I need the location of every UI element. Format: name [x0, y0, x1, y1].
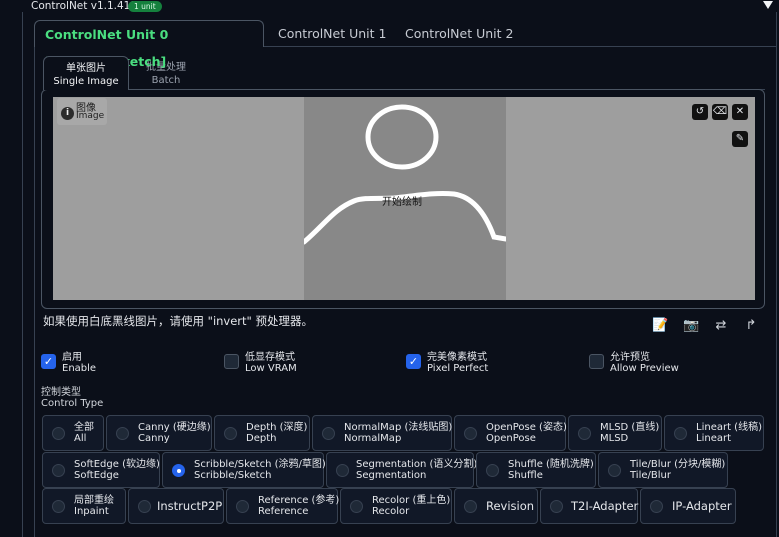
- control-type-recolor[interactable]: Recolor (重上色) Recolor: [340, 488, 452, 524]
- control-type-shuffle[interactable]: Shuffle (随机洗牌) Shuffle: [476, 452, 596, 488]
- notepad-icon[interactable]: 📝: [652, 318, 668, 334]
- unit-count-badge: 1 unit: [128, 1, 162, 12]
- close-icon[interactable]: ✕: [732, 104, 748, 120]
- upload-arrow-icon[interactable]: ↱: [743, 318, 759, 334]
- tab-batch-en: Batch: [151, 75, 181, 86]
- pixel-perfect-checkbox[interactable]: ✓: [406, 354, 421, 369]
- control-type-canny[interactable]: Canny (硬边缘) Canny: [106, 415, 212, 451]
- eraser-icon[interactable]: ⌫: [712, 104, 728, 120]
- control-type-t2i-adapter[interactable]: T2I-Adapter: [540, 488, 638, 524]
- unit-panel-left-border: [34, 46, 35, 537]
- control-type-all[interactable]: 全部 All: [42, 415, 104, 451]
- tab-unit-0[interactable]: ControlNet Unit 0 [Scribble/Sketch]: [34, 20, 264, 69]
- panel-right-border: [776, 12, 777, 537]
- pixel-perfect-label: 完美像素模式 Pixel Perfect: [427, 352, 489, 374]
- collapse-triangle-icon[interactable]: [763, 1, 773, 9]
- control-type-depth[interactable]: Depth (深度) Depth: [214, 415, 310, 451]
- control-type-tile-blur[interactable]: Tile/Blur (分块/模糊) Tile/Blur: [598, 452, 728, 488]
- panel-left-border: [22, 12, 23, 537]
- control-type-normalmap[interactable]: NormalMap (法线贴图) NormalMap: [312, 415, 452, 451]
- control-type-lineart[interactable]: Lineart (线稿) Lineart: [664, 415, 764, 451]
- brush-icon[interactable]: ✎: [732, 131, 748, 147]
- info-icon: i: [61, 107, 74, 120]
- control-type-mlsd[interactable]: MLSD (直线) MLSD: [568, 415, 662, 451]
- swap-icon[interactable]: ⇄: [713, 318, 729, 334]
- control-type-segmentation[interactable]: Segmentation (语义分割) Segmentation: [326, 452, 477, 488]
- tab-unit-2[interactable]: ControlNet Unit 2: [395, 20, 523, 47]
- controlnet-title: ControlNet v1.1.411: [31, 0, 138, 12]
- low-vram-checkbox[interactable]: [224, 354, 239, 369]
- control-type-openpose[interactable]: OpenPose (姿态) OpenPose: [454, 415, 567, 451]
- tab-single-image-zh: 单张图片: [66, 63, 106, 74]
- low-vram-label: 低显存模式 Low VRAM: [245, 352, 297, 374]
- control-type-softedge[interactable]: SoftEdge (软边缘) SoftEdge: [42, 452, 160, 488]
- control-type-inpaint[interactable]: 局部重绘 Inpaint: [42, 488, 126, 524]
- undo-icon[interactable]: ↺: [692, 104, 708, 120]
- enable-label: 启用 Enable: [62, 352, 97, 374]
- image-label-en: Image: [76, 111, 105, 121]
- invert-hint-text: 如果使用白底黑线图片，请使用 "invert" 预处理器。: [43, 314, 313, 328]
- control-type-label: 控制类型 Control Type: [41, 387, 104, 409]
- control-type-ip-adapter[interactable]: IP-Adapter: [640, 488, 736, 524]
- camera-icon[interactable]: 📷: [683, 318, 699, 334]
- tab-single-image-en: Single Image: [53, 76, 119, 87]
- control-type-revision[interactable]: Revision: [454, 488, 538, 524]
- tab-unit-1[interactable]: ControlNet Unit 1: [268, 20, 396, 47]
- enable-checkbox[interactable]: ✓: [41, 354, 56, 369]
- allow-preview-label: 允许预览 Allow Preview: [610, 352, 679, 374]
- start-drawing-text: 开始绘制: [382, 197, 422, 208]
- control-type-scribble[interactable]: Scribble/Sketch (涂鸦/草图) Scribble/Sketch: [162, 452, 326, 488]
- control-type-instructp2p[interactable]: InstructP2P: [128, 488, 224, 524]
- allow-preview-checkbox[interactable]: [589, 354, 604, 369]
- tab-single-image[interactable]: 单张图片 Single Image: [43, 56, 129, 90]
- control-type-reference[interactable]: Reference (参考) Reference: [226, 488, 339, 524]
